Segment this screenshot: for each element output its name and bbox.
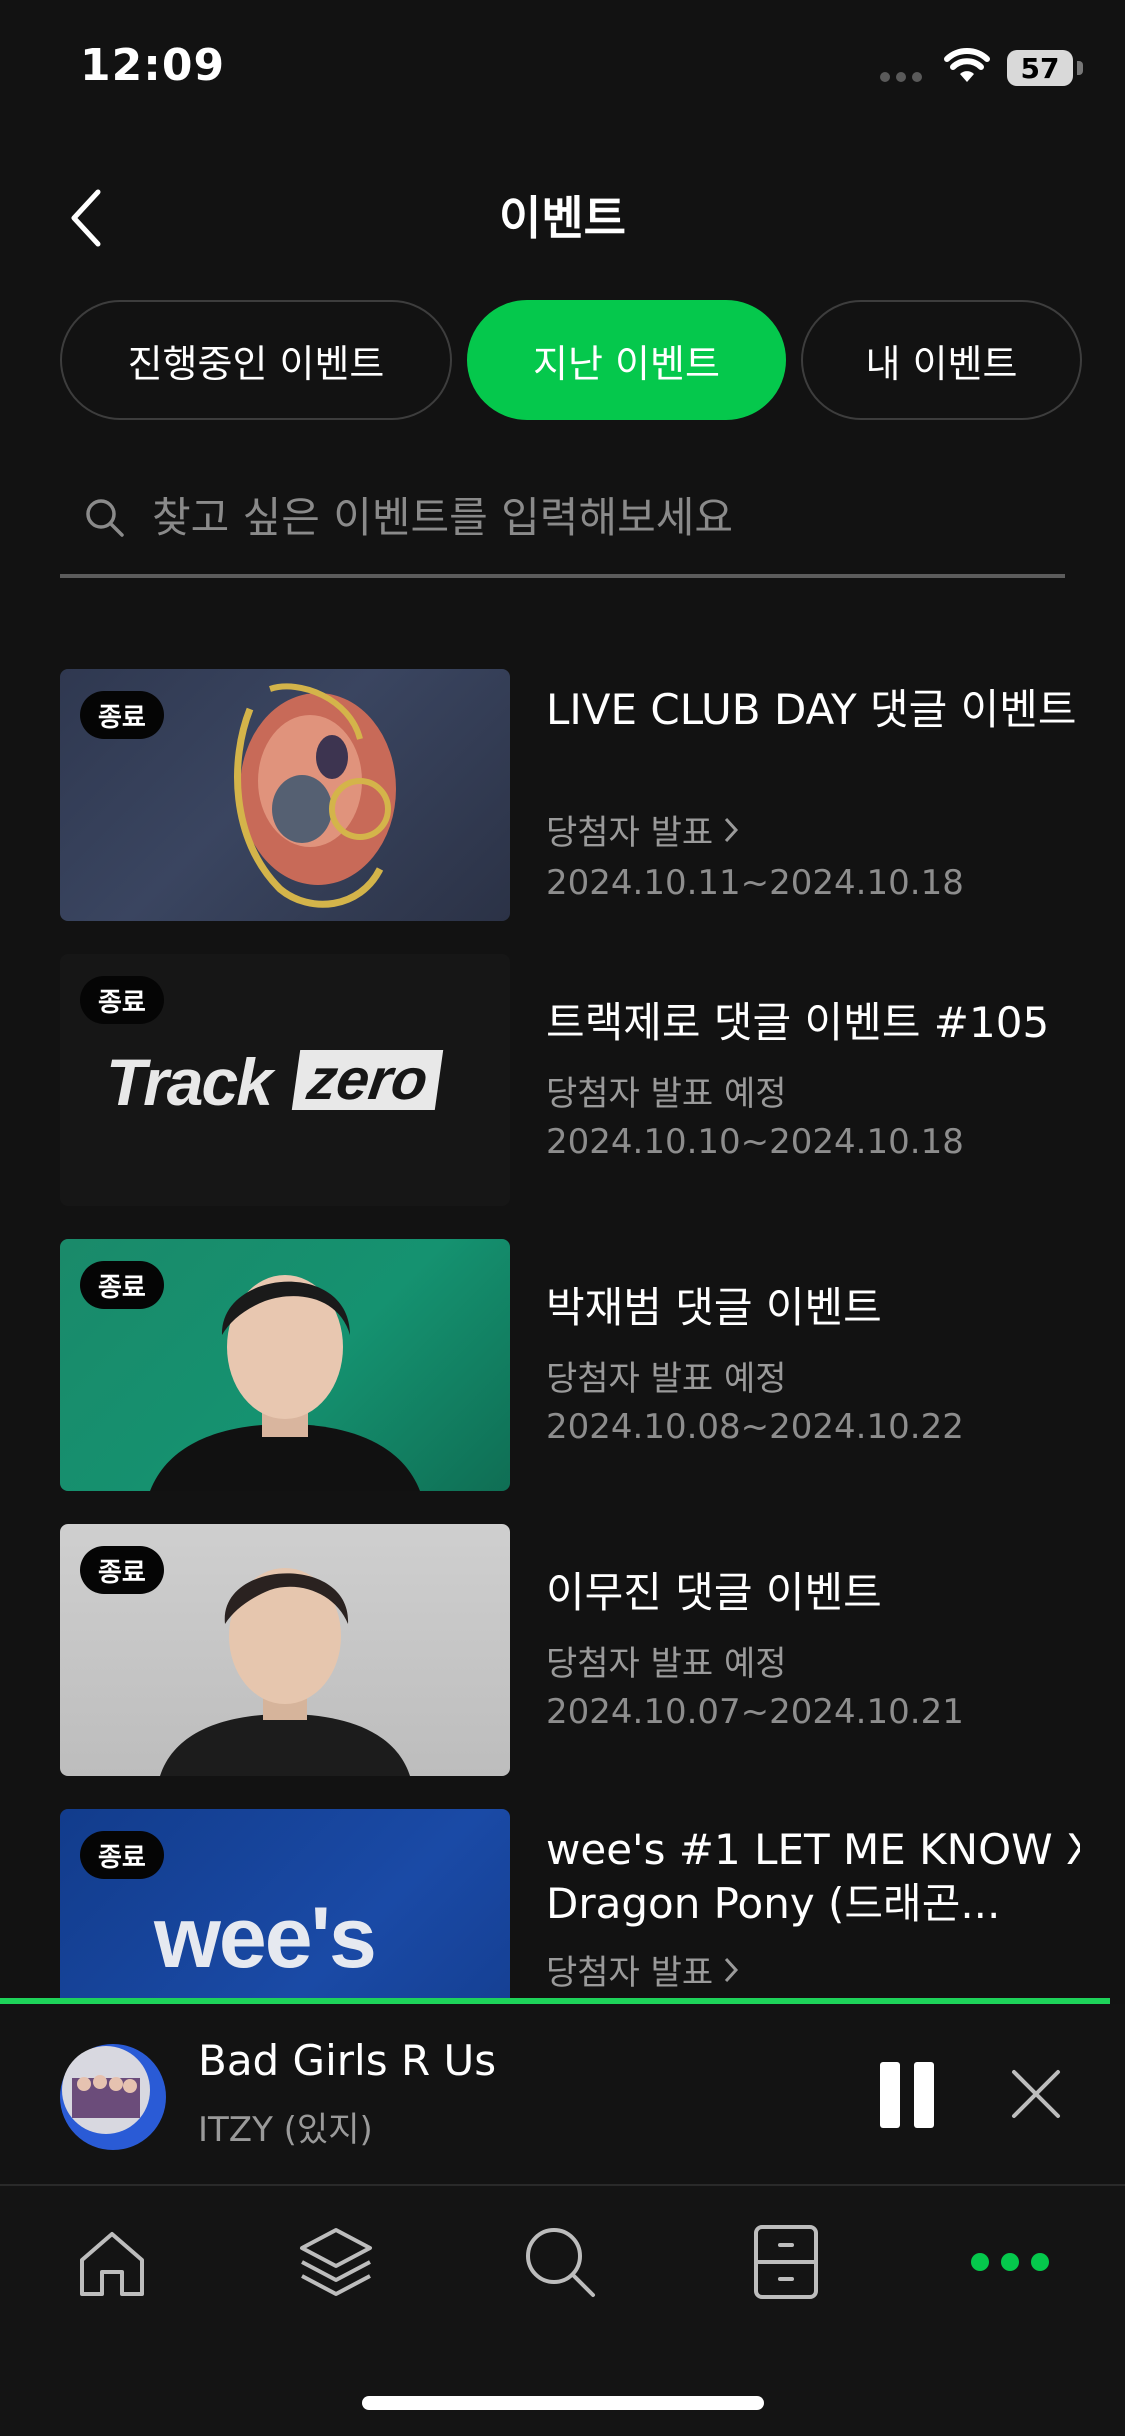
nav-more[interactable] (950, 2212, 1070, 2312)
event-status-label: 당첨자 발표 (546, 813, 714, 853)
nav-library[interactable] (726, 2212, 846, 2312)
event-status[interactable]: 당첨자 발표 (546, 1945, 739, 1994)
home-indicator[interactable] (362, 2396, 764, 2410)
chevron-left-icon (71, 189, 101, 247)
event-item[interactable]: 종료 LIVE CLUB DAY 댓글 이벤트 당첨자 발표 2024.10.1… (60, 669, 1080, 921)
event-date: 2024.10.10~2024.10.18 (546, 1122, 964, 1162)
search-bar (60, 460, 1065, 578)
battery-tip (1077, 61, 1083, 75)
library-icon (754, 2225, 818, 2299)
ended-badge: 종료 (80, 1831, 164, 1879)
event-item[interactable]: wee's 종료 wee's #1 LET ME KNOW X Dragon P… (60, 1809, 1080, 1998)
event-title: LIVE CLUB DAY 댓글 이벤트 (546, 685, 1077, 734)
event-thumbnail: 종료 (60, 1524, 510, 1776)
event-thumbnail: 종료 (60, 669, 510, 921)
tab-past-events[interactable]: 지난 이벤트 (467, 300, 786, 420)
search-input[interactable] (150, 476, 1065, 558)
chevron-right-icon (725, 817, 739, 842)
event-date: 2024.10.08~2024.10.22 (546, 1407, 964, 1447)
back-button[interactable] (56, 180, 116, 256)
event-status-label: 당첨자 발표 예정 (546, 1359, 787, 1399)
event-title: 박재범 댓글 이벤트 (546, 1283, 882, 1332)
wees-logo-text: wee's (154, 1890, 377, 1986)
battery-level: 57 (1020, 51, 1060, 85)
event-item[interactable]: 종료 이무진 댓글 이벤트 당첨자 발표 예정 2024.10.07~2024.… (60, 1524, 1080, 1776)
wifi-icon (944, 48, 990, 82)
event-status: 당첨자 발표 예정 (546, 1066, 787, 1115)
ended-badge: 종료 (80, 691, 164, 739)
event-title: 트랙제로 댓글 이벤트 #105 (546, 998, 1050, 1047)
ended-badge: 종료 (80, 1261, 164, 1309)
battery-icon: 57 (1007, 50, 1073, 86)
nav-home[interactable] (52, 2212, 172, 2312)
more-icon (971, 2253, 1049, 2271)
pause-button[interactable] (880, 2062, 938, 2128)
chevron-right-icon (725, 1957, 739, 1982)
mini-player[interactable] (0, 2004, 1125, 2184)
album-art (60, 2044, 166, 2150)
event-status-label: 당첨자 발표 (546, 1953, 714, 1993)
tab-ongoing-events[interactable]: 진행중인 이벤트 (60, 300, 452, 420)
event-date: 2024.10.11~2024.10.18 (546, 863, 964, 903)
signal-icon (880, 72, 922, 82)
event-status: 당첨자 발표 예정 (546, 1636, 787, 1685)
page-title: 이벤트 (499, 191, 626, 245)
nav-discover[interactable] (276, 2212, 396, 2312)
tab-my-events[interactable]: 내 이벤트 (801, 300, 1082, 420)
search-icon (86, 499, 124, 537)
trackzero-logo-text: Track (106, 1045, 273, 1119)
track-artist: ITZY (있지) (198, 2110, 373, 2150)
search-icon (526, 2228, 595, 2297)
close-icon[interactable] (1010, 2068, 1062, 2120)
layers-icon (300, 2228, 372, 2296)
home-icon (80, 2232, 144, 2296)
event-status: 당첨자 발표 예정 (546, 1351, 787, 1400)
event-status[interactable]: 당첨자 발표 (546, 805, 739, 854)
event-thumbnail: Track zero 종료 (60, 954, 510, 1206)
event-thumbnail: 종료 (60, 1239, 510, 1491)
event-thumbnail: wee's 종료 (60, 1809, 510, 1998)
track-title: Bad Girls R Us (198, 2036, 497, 2085)
event-status-label: 당첨자 발표 예정 (546, 1644, 787, 1684)
event-item[interactable]: Track zero 종료 트랙제로 댓글 이벤트 #105 당첨자 발표 예정… (60, 954, 1080, 1206)
ended-badge: 종료 (80, 976, 164, 1024)
event-item[interactable]: 종료 박재범 댓글 이벤트 당첨자 발표 예정 2024.10.08~2024.… (60, 1239, 1080, 1491)
event-status-label: 당첨자 발표 예정 (546, 1074, 787, 1114)
trackzero-logo-box: zero (291, 1047, 444, 1112)
status-time: 12:09 (80, 40, 226, 91)
event-date: 2024.10.07~2024.10.21 (546, 1692, 964, 1732)
event-title: 이무진 댓글 이벤트 (546, 1568, 882, 1617)
ended-badge: 종료 (80, 1546, 164, 1594)
event-title: wee's #1 LET ME KNOW X Dragon Pony (드래곤.… (546, 1825, 1080, 1928)
nav-search[interactable] (500, 2212, 620, 2312)
